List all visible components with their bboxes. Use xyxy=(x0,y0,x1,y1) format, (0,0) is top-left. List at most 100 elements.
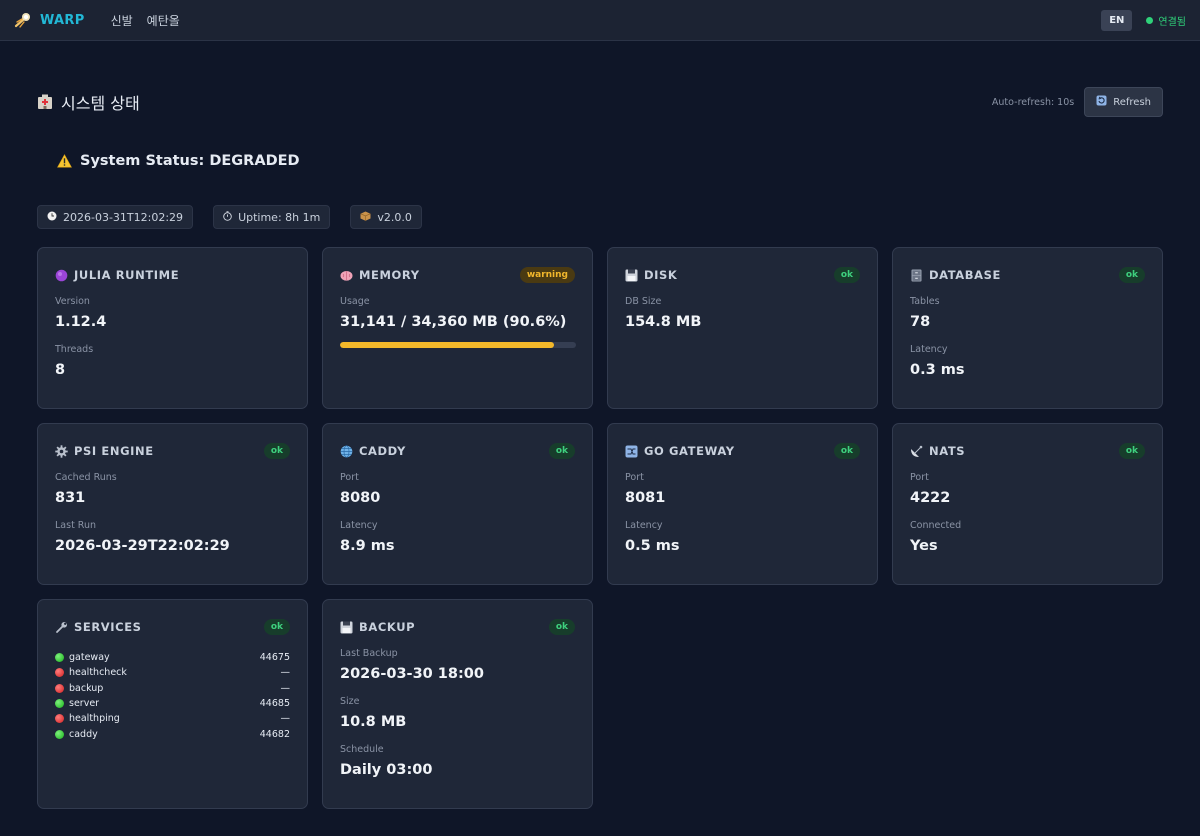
memory-progress-bar xyxy=(340,342,576,348)
field-label: Cached Runs xyxy=(55,472,117,483)
service-pid: 44675 xyxy=(259,652,290,664)
comet-icon xyxy=(14,11,32,29)
card-header: DISK ok xyxy=(625,266,860,284)
page-title-text: 시스템 상태 xyxy=(61,94,140,113)
service-pid: — xyxy=(280,667,291,679)
list-item: caddy 44682 xyxy=(55,726,290,741)
card-title: BACKUP xyxy=(359,620,416,634)
service-name: backup xyxy=(69,682,104,694)
nats-connected-field: Connected Yes xyxy=(910,520,1145,554)
card-nats: NATS ok Port 4222 Connected Yes xyxy=(892,423,1163,585)
status-badge: ok xyxy=(1118,267,1145,283)
status-badge: ok xyxy=(833,267,860,283)
card-disk: DISK ok DB Size 154.8 MB xyxy=(607,247,878,409)
file-cabinet-icon xyxy=(910,269,923,282)
status-badge: ok xyxy=(548,619,575,635)
card-caddy: CADDY ok Port 8080 Latency 8.9 ms xyxy=(322,423,593,585)
brand[interactable]: WARP xyxy=(14,11,85,29)
services-list: gateway 44675 healthcheck — backup — ser… xyxy=(55,650,290,742)
card-title: CADDY xyxy=(359,444,406,458)
status-down-icon xyxy=(55,683,64,693)
service-name: caddy xyxy=(69,728,98,740)
status-up-icon xyxy=(55,699,64,709)
info-chips: 2026-03-31T12:02:29 Uptime: 8h 1m v2.0.0 xyxy=(37,205,1163,229)
connection-dot-icon xyxy=(1146,16,1154,24)
nav-link-ethanol[interactable]: 예탄올 xyxy=(147,12,180,29)
psi-cached-runs-field: Cached Runs 831 xyxy=(55,472,290,506)
card-database: DATABASE ok Tables 78 Latency 0.3 ms xyxy=(892,247,1163,409)
card-memory: MEMORY warning Usage 31,141 / 34,360 MB … xyxy=(322,247,593,409)
hospital-icon xyxy=(37,94,53,110)
wrench-icon xyxy=(55,621,68,634)
card-header: MEMORY warning xyxy=(340,266,575,284)
brain-icon xyxy=(340,269,353,282)
clock-icon xyxy=(47,211,57,224)
field-label: Latency xyxy=(910,344,948,355)
field-label: Last Backup xyxy=(340,648,398,659)
warning-icon xyxy=(57,154,72,168)
card-julia-runtime: JULIA RUNTIME Version 1.12.4 Threads 8 xyxy=(37,247,308,409)
card-header: JULIA RUNTIME xyxy=(55,266,290,284)
backup-size-field: Size 10.8 MB xyxy=(340,696,575,730)
psi-last-run-field: Last Run 2026-03-29T22:02:29 xyxy=(55,520,290,554)
field-value: 154.8 MB xyxy=(625,314,702,330)
page-header: 시스템 상태 Auto-refresh: 10s Refresh xyxy=(37,73,1163,131)
field-label: Version xyxy=(55,296,90,307)
language-button[interactable]: EN xyxy=(1101,9,1133,31)
field-label: Latency xyxy=(340,520,378,531)
list-item: server 44685 xyxy=(55,696,290,711)
status-badge: warning xyxy=(519,267,575,283)
field-label: DB Size xyxy=(625,296,662,307)
field-value: 0.5 ms xyxy=(625,538,680,554)
field-label: Port xyxy=(625,472,644,483)
version-chip: v2.0.0 xyxy=(350,205,422,229)
field-label: Connected xyxy=(910,520,962,531)
backup-schedule-field: Schedule Daily 03:00 xyxy=(340,744,575,778)
memory-progress-fill xyxy=(340,342,554,348)
service-name: healthcheck xyxy=(69,667,127,679)
card-title: JULIA RUNTIME xyxy=(74,268,180,282)
caddy-latency-field: Latency 8.9 ms xyxy=(340,520,575,554)
package-icon xyxy=(360,211,371,224)
field-label: Usage xyxy=(340,296,370,307)
card-header: GO GATEWAY ok xyxy=(625,442,860,460)
timestamp-chip: 2026-03-31T12:02:29 xyxy=(37,205,194,229)
service-name: healthping xyxy=(69,713,120,725)
card-header: NATS ok xyxy=(910,442,1145,460)
card-go-gateway: GO GATEWAY ok Port 8081 Latency 0.5 ms xyxy=(607,423,878,585)
refresh-label: Refresh xyxy=(1113,96,1151,108)
card-title: PSI ENGINE xyxy=(74,444,154,458)
field-label: Schedule xyxy=(340,744,384,755)
field-value: 8080 xyxy=(340,490,381,506)
card-header: BACKUP ok xyxy=(340,618,575,636)
disk-db-size-field: DB Size 154.8 MB xyxy=(625,296,860,330)
field-label: Threads xyxy=(55,344,94,355)
refresh-icon xyxy=(1096,95,1107,109)
status-up-icon xyxy=(55,653,64,663)
list-item: backup — xyxy=(55,681,290,696)
refresh-button[interactable]: Refresh xyxy=(1084,87,1163,117)
globe-icon xyxy=(340,444,353,458)
field-label: Last Run xyxy=(55,520,97,531)
card-title: DATABASE xyxy=(929,268,1002,282)
gateway-latency-field: Latency 0.5 ms xyxy=(625,520,860,554)
status-down-icon xyxy=(55,668,64,678)
julia-version-field: Version 1.12.4 xyxy=(55,296,290,330)
card-header: DATABASE ok xyxy=(910,266,1145,284)
floppy-disk-icon xyxy=(340,621,353,634)
card-header: SERVICES ok xyxy=(55,618,290,636)
card-title: GO GATEWAY xyxy=(644,444,735,458)
nav-link-shoes[interactable]: 신발 xyxy=(111,12,133,29)
status-badge: ok xyxy=(833,443,860,459)
card-header: CADDY ok xyxy=(340,442,575,460)
database-latency-field: Latency 0.3 ms xyxy=(910,344,1145,378)
service-pid: 44682 xyxy=(259,728,290,740)
card-title: MEMORY xyxy=(359,268,420,282)
list-item: healthping — xyxy=(55,711,290,726)
field-value: Daily 03:00 xyxy=(340,762,433,778)
uptime-text: Uptime: 8h 1m xyxy=(238,210,321,224)
field-value: 31,141 / 34,360 MB (90.6%) xyxy=(340,314,567,330)
field-value: 8.9 ms xyxy=(340,538,395,554)
main-content: 시스템 상태 Auto-refresh: 10s Refresh System … xyxy=(0,73,1200,809)
field-label: Latency xyxy=(625,520,663,531)
